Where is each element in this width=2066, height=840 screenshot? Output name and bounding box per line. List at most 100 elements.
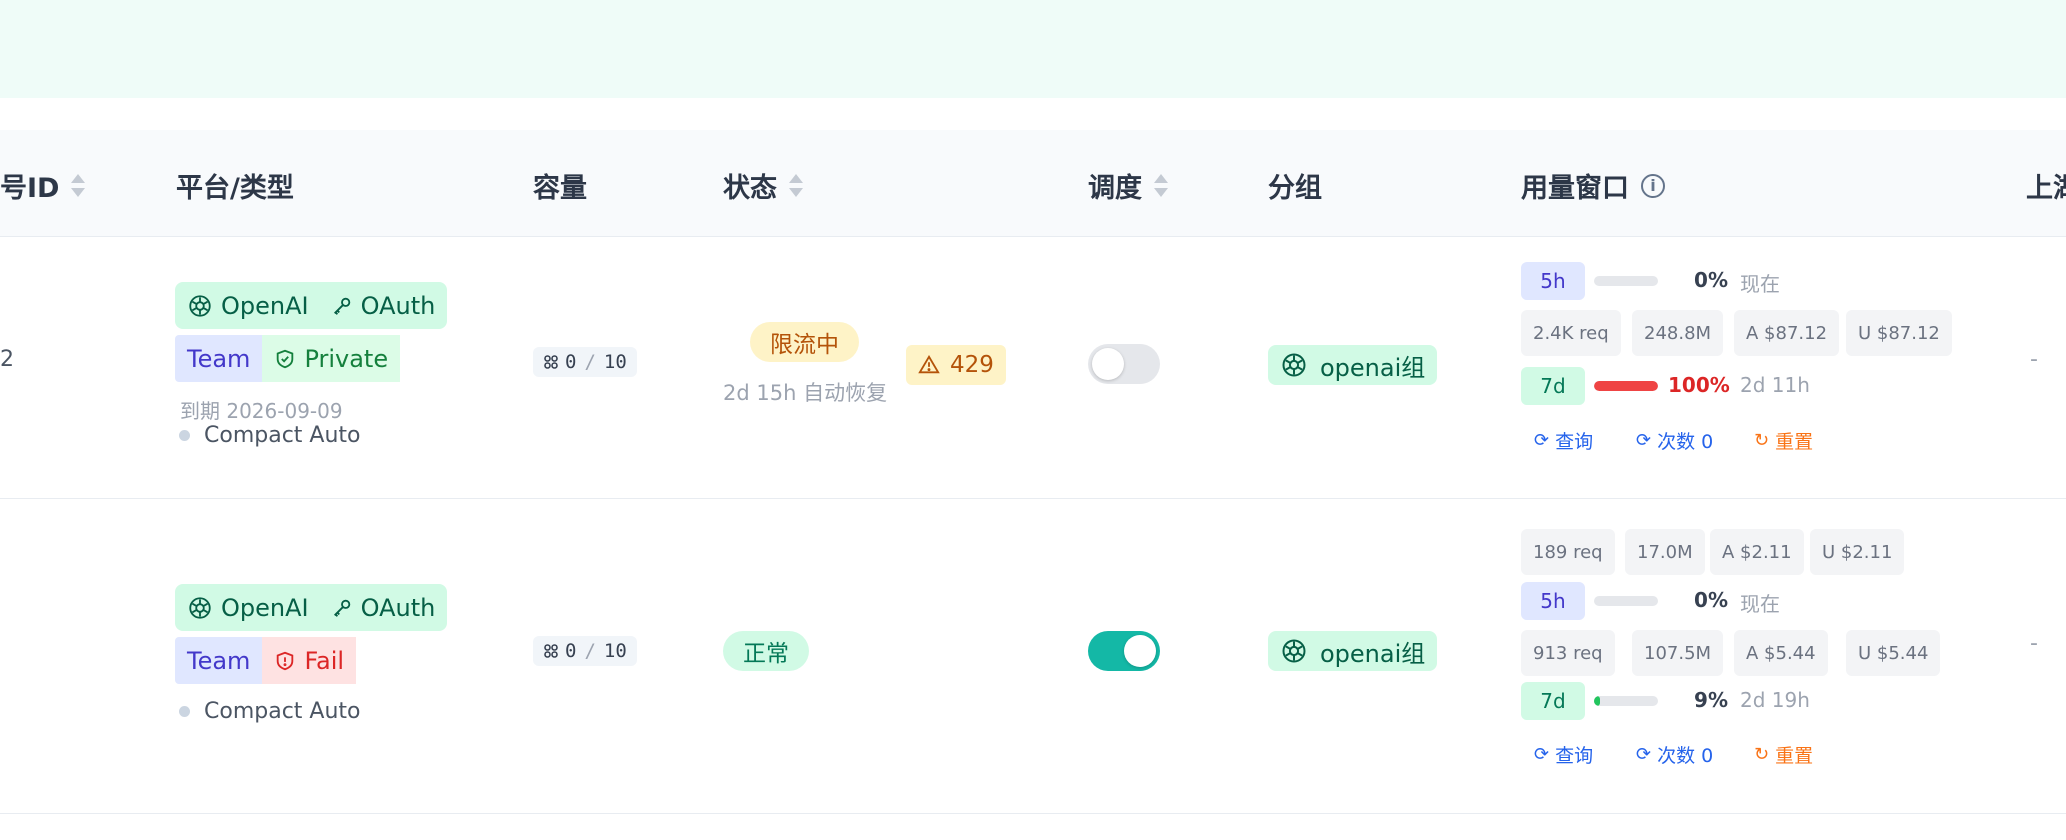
column-label: 容量 <box>533 173 587 204</box>
capacity-used: 0 <box>565 351 577 373</box>
window-5h-percent: 0% <box>1694 588 1728 612</box>
plan-label: Team <box>175 637 263 684</box>
count-button[interactable]: ⟳ 次数 0 <box>1636 741 1713 768</box>
stat-account-cost: A $2.11 <box>1710 529 1804 575</box>
plan-badge: Team Fail <box>175 637 357 684</box>
capacity-indicator: 0/10 <box>533 347 637 377</box>
top-banner <box>0 0 2066 98</box>
count-button[interactable]: ⟳ 次数 0 <box>1636 427 1713 454</box>
openai-icon <box>187 595 213 621</box>
capacity-total: 10 <box>603 640 627 662</box>
column-header-usage-window: 用量窗口 i <box>1521 166 1665 205</box>
plan-badge: Team Private <box>175 335 401 382</box>
query-button[interactable]: ⟳ 查询 <box>1534 427 1593 454</box>
shield-x-icon <box>274 650 296 672</box>
capacity-indicator: 0/10 <box>533 636 637 666</box>
column-label: 调度 <box>1088 173 1142 204</box>
count-label: 次数 0 <box>1657 745 1714 767</box>
shield-check-icon <box>274 348 296 370</box>
platform-badge: OpenAI OAuth <box>175 584 448 631</box>
upstream-value: - <box>2030 347 2038 372</box>
column-header-capacity: 容量 <box>533 166 587 205</box>
status-badge: 限流中 <box>750 322 859 362</box>
column-header-schedule[interactable]: 调度 <box>1088 166 1168 205</box>
stat-user-cost: U $87.12 <box>1846 310 1952 356</box>
refresh-icon: ⟳ <box>1636 744 1652 765</box>
mode-text: Compact Auto <box>204 423 361 448</box>
stat-tokens: 107.5M <box>1632 630 1724 676</box>
capacity-icon <box>543 643 559 659</box>
info-icon[interactable]: i <box>1641 173 1665 198</box>
refresh-icon: ⟳ <box>1534 744 1550 765</box>
status-recovery: 2d 15h 自动恢复 <box>723 381 888 405</box>
window-5h-percent: 0% <box>1694 268 1728 292</box>
stat-account-cost: A $5.44 <box>1734 630 1828 676</box>
refresh-icon: ⟳ <box>1636 430 1652 451</box>
reset-button[interactable]: ↻ 重置 <box>1754 741 1813 768</box>
platform-badge: OpenAI OAuth <box>175 282 448 329</box>
privacy-badge: Private <box>262 335 401 382</box>
rate-limit-badge: 429 <box>906 345 1006 385</box>
sort-icon[interactable] <box>71 172 86 200</box>
stat-requests: 2.4K req <box>1521 310 1621 356</box>
window-5h-bar <box>1594 596 1658 606</box>
reset-icon: ↻ <box>1754 744 1770 765</box>
column-header-status[interactable]: 状态 <box>723 166 803 205</box>
window-7d-reset-time: 2d 11h <box>1740 373 1810 397</box>
column-header-platform: 平台/类型 <box>176 166 294 205</box>
window-7d-badge: 7d <box>1521 367 1585 405</box>
window-7d-fill <box>1594 381 1658 391</box>
stat-tokens: 248.8M <box>1632 310 1724 356</box>
group-name: openai组 <box>1320 639 1426 668</box>
privacy-badge: Fail <box>262 637 357 684</box>
query-label: 查询 <box>1555 745 1594 767</box>
window-7d-percent: 100% <box>1668 373 1730 397</box>
status-dot <box>179 430 190 441</box>
refresh-icon: ⟳ <box>1534 430 1550 451</box>
upstream-value: - <box>2030 631 2038 656</box>
column-header-group: 分组 <box>1268 166 1322 205</box>
status-dot <box>179 706 190 717</box>
stat-user-cost: U $5.44 <box>1846 630 1941 676</box>
window-7d-percent: 9% <box>1694 688 1728 712</box>
auth-type: OAuth <box>360 291 436 320</box>
reset-icon: ↻ <box>1754 430 1770 451</box>
column-label: 分组 <box>1268 173 1322 204</box>
reset-label: 重置 <box>1775 745 1814 767</box>
query-label: 查询 <box>1555 431 1594 453</box>
sort-icon[interactable] <box>789 172 803 200</box>
window-7d-reset-time: 2d 19h <box>1740 688 1810 712</box>
table-row: 2 OpenAI OAuth Team Private 到期 2026-09-0… <box>0 237 2066 499</box>
window-7d-bar <box>1594 381 1658 391</box>
schedule-toggle[interactable] <box>1088 631 1160 671</box>
window-5h-badge: 5h <box>1521 582 1585 620</box>
window-7d-fill <box>1594 696 1600 706</box>
stat-requests: 189 req <box>1521 529 1615 575</box>
group-badge[interactable]: openai组 <box>1268 631 1438 671</box>
account-id: 2 <box>0 347 14 372</box>
sort-icon[interactable] <box>1154 172 1168 200</box>
stat-user-cost: U $2.11 <box>1810 529 1905 575</box>
count-label: 次数 0 <box>1657 431 1714 453</box>
openai-icon <box>1280 351 1308 379</box>
capacity-icon <box>543 354 559 370</box>
key-icon <box>331 295 353 317</box>
key-icon <box>331 597 353 619</box>
column-header-id[interactable]: 号ID <box>0 166 86 205</box>
openai-icon <box>1280 637 1308 665</box>
mode-label: Compact Auto <box>175 699 361 724</box>
window-7d-badge: 7d <box>1521 682 1585 720</box>
column-label: 状态 <box>723 173 777 204</box>
query-button[interactable]: ⟳ 查询 <box>1534 741 1593 768</box>
stat-account-cost: A $87.12 <box>1734 310 1840 356</box>
warning-icon <box>918 354 940 376</box>
mode-label: Compact Auto <box>175 423 361 448</box>
group-badge[interactable]: openai组 <box>1268 345 1438 385</box>
column-label: 平台/类型 <box>176 173 294 204</box>
window-5h-reset-time: 现在 <box>1740 272 1780 296</box>
schedule-toggle[interactable] <box>1088 344 1160 384</box>
capacity-used: 0 <box>565 640 577 662</box>
column-header-upstream: 上湖 <box>2026 166 2066 205</box>
auth-type: OAuth <box>360 593 436 622</box>
reset-button[interactable]: ↻ 重置 <box>1754 427 1813 454</box>
